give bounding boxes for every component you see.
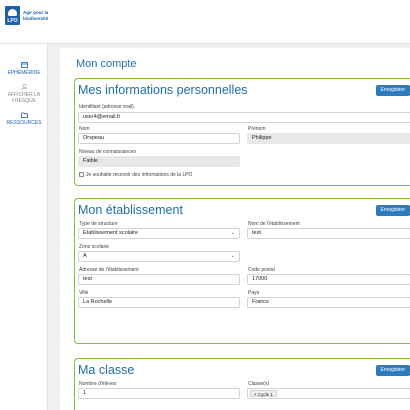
- classes-label: Classe(s): [248, 381, 270, 387]
- calendar-icon: [20, 62, 28, 68]
- logo-tagline: Agir pour la biodiversité: [23, 10, 49, 21]
- personal-info-title: Mes informations personnelles: [78, 83, 248, 97]
- save-class-button[interactable]: Enregistrer: [375, 365, 410, 376]
- niveau-field: Faible: [78, 156, 240, 167]
- niveau-label: Niveau de connaissances: [79, 149, 136, 155]
- address-field[interactable]: test: [78, 274, 240, 285]
- bird-icon: [8, 9, 17, 16]
- lpo-logo[interactable]: LPO: [5, 6, 20, 25]
- zone-label: Zone scolaire: [79, 244, 110, 250]
- city-field[interactable]: La Rochelle: [78, 297, 240, 308]
- save-establishment-button[interactable]: Enregistrer: [375, 205, 410, 216]
- structure-type-select[interactable]: Etablissement scolaire ⌄: [78, 228, 240, 239]
- email-field[interactable]: user4@email.fr: [78, 112, 410, 123]
- folder-icon: [20, 112, 28, 118]
- class-tag[interactable]: × Cycle 1: [250, 390, 277, 397]
- sidebar-item-label: AFFICHER LA FRESQUE: [7, 92, 41, 104]
- structure-type-label: Type de structure: [79, 221, 118, 227]
- chevron-down-icon: ⌄: [230, 253, 235, 259]
- establishment-card: Mon établissement Enregistrer Type de st…: [74, 198, 410, 344]
- city-label: Ville: [79, 290, 89, 296]
- establishment-title: Mon établissement: [78, 203, 183, 217]
- sidebar: EPHÉMÉRIDE AFFICHER LA FRESQUE RESSOURCE…: [0, 44, 48, 410]
- sidebar-item-ressources[interactable]: RESSOURCES: [2, 112, 46, 126]
- sidebar-item-label: RESSOURCES: [6, 120, 42, 126]
- prenom-label: Prénom: [248, 126, 266, 132]
- class-card: Ma classe Enregistrer Nombre d'élèves 1 …: [74, 358, 410, 410]
- main-panel: Mon compte Mes informations personnelles…: [60, 48, 410, 410]
- newsletter-label: Je souhaite recevoir des informations de…: [86, 172, 193, 178]
- postal-code-label: Code postal: [248, 267, 275, 273]
- top-bar: LPO Agir pour la biodiversité: [0, 0, 410, 44]
- nom-field[interactable]: Orspeau: [78, 133, 240, 144]
- postal-code-field[interactable]: 17000: [247, 274, 410, 285]
- zone-value: A: [83, 253, 87, 259]
- school-name-field[interactable]: test: [247, 228, 410, 239]
- chevron-down-icon: ⌄: [230, 230, 235, 236]
- classes-multiselect[interactable]: × Cycle 1: [247, 388, 410, 399]
- sidebar-item-ephemeride[interactable]: EPHÉMÉRIDE: [2, 62, 46, 76]
- nom-label: Nom: [79, 126, 90, 132]
- fresco-icon: [20, 84, 28, 90]
- page-title: Mon compte: [76, 58, 137, 70]
- sidebar-item-label: EPHÉMÉRIDE: [7, 70, 41, 76]
- students-field[interactable]: 1: [78, 388, 240, 399]
- email-label: Identifiant (adresse mail): [79, 104, 134, 110]
- students-label: Nombre d'élèves: [79, 381, 117, 387]
- country-field[interactable]: France: [247, 297, 410, 308]
- zone-select[interactable]: A ⌄: [78, 251, 240, 262]
- country-label: Pays: [248, 290, 260, 296]
- school-name-label: Nom de l'établissement: [248, 221, 300, 227]
- address-label: Adresse de l'établissement: [79, 267, 139, 273]
- personal-info-card: Mes informations personnelles Enregistre…: [74, 78, 410, 186]
- logo-text: LPO: [7, 18, 18, 24]
- class-title: Ma classe: [78, 363, 135, 377]
- newsletter-checkbox[interactable]: [79, 172, 84, 177]
- save-personal-button[interactable]: Enregistrer: [375, 85, 410, 96]
- structure-type-value: Etablissement scolaire: [83, 230, 139, 236]
- sidebar-item-fresque[interactable]: AFFICHER LA FRESQUE: [2, 84, 46, 104]
- prenom-field: Philippe: [247, 133, 410, 144]
